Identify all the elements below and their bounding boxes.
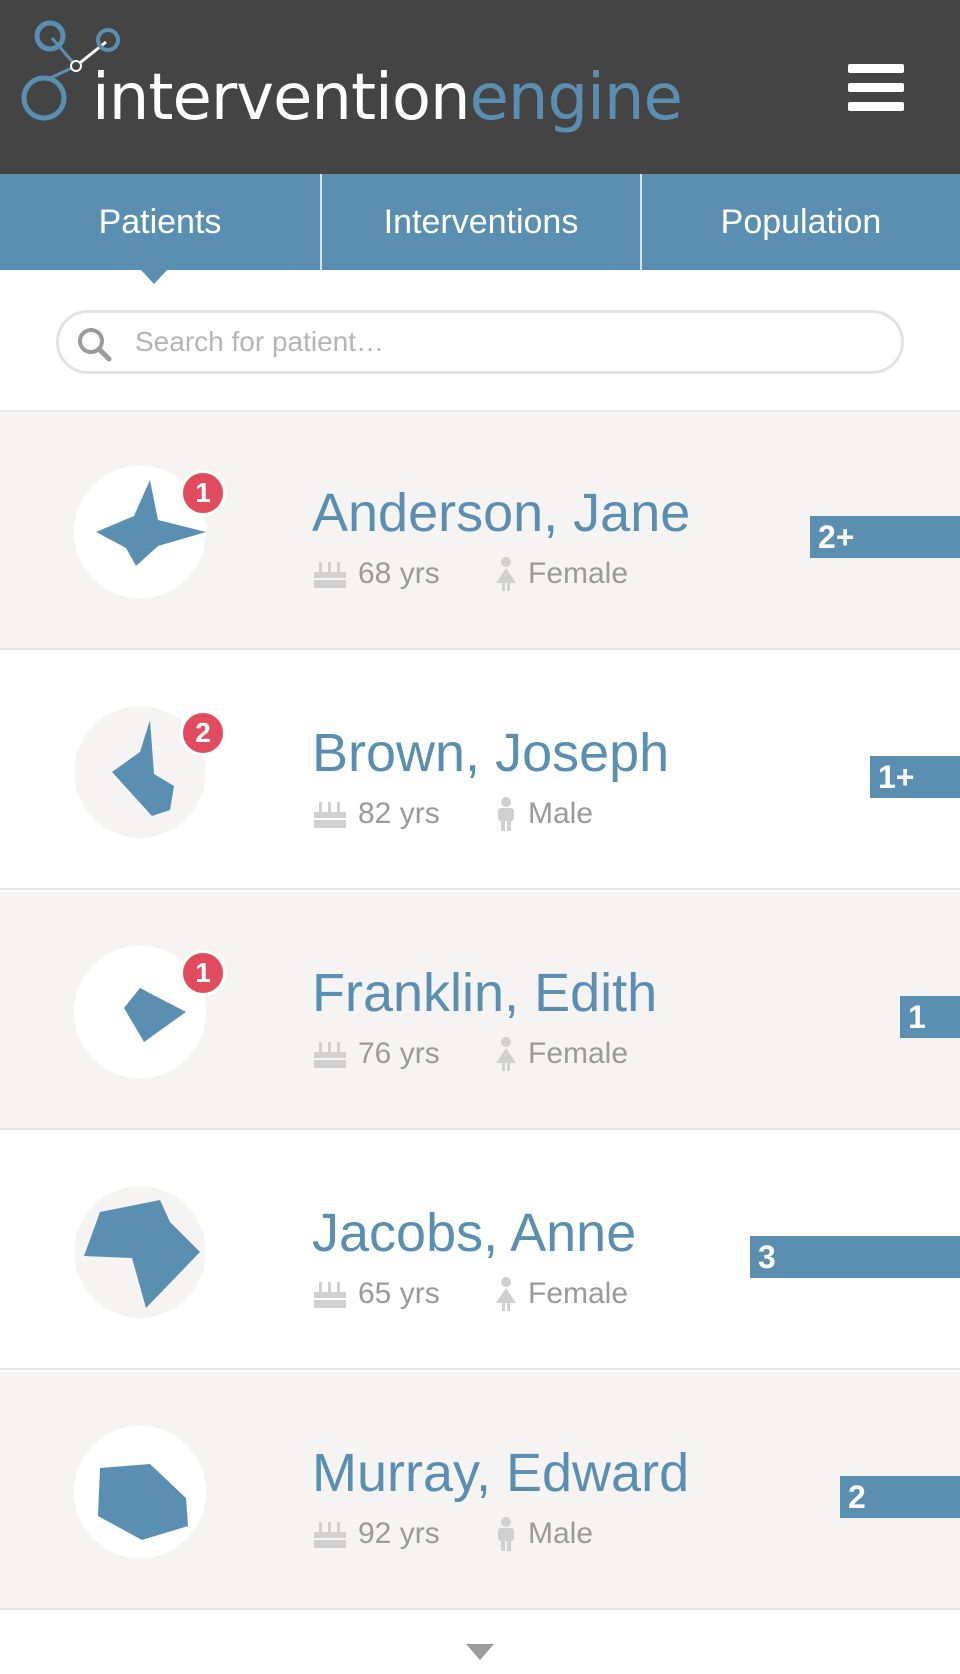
birthday-cake-icon <box>314 802 346 828</box>
patient-age: 68 yrs <box>312 554 440 594</box>
notification-badge: 1 <box>180 470 226 516</box>
patient-name[interactable]: Jacobs, Anne <box>312 1202 636 1264</box>
tab-patients[interactable]: Patients <box>0 174 320 270</box>
risk-chart-avatar <box>74 1426 206 1558</box>
patient-name[interactable]: Franklin, Edith <box>312 962 657 1024</box>
search-icon <box>78 328 112 362</box>
patient-row[interactable]: 1 Franklin, Edith 76 yrs Female 1 <box>0 892 960 1130</box>
risk-score-bar: 2+ <box>810 516 960 558</box>
patient-age-text: 82 yrs <box>358 797 440 830</box>
search-input[interactable] <box>135 319 875 365</box>
risk-score-bar: 1 <box>900 996 960 1038</box>
logo-wordmark: interventionengine <box>92 66 683 130</box>
logo-word-intervention: intervention <box>92 61 471 135</box>
male-icon <box>498 797 514 831</box>
app-header: interventionengine <box>0 0 960 174</box>
female-icon <box>496 1277 516 1311</box>
birthday-cake-icon <box>314 1042 346 1068</box>
patient-age-text: 92 yrs <box>358 1517 440 1550</box>
hamburger-menu-icon[interactable] <box>848 64 904 112</box>
female-icon <box>496 1037 516 1071</box>
patient-age: 92 yrs <box>312 1514 440 1554</box>
patient-name[interactable]: Murray, Edward <box>312 1442 689 1504</box>
birthday-cake-icon <box>314 562 346 588</box>
risk-chart-avatar <box>74 1186 206 1318</box>
search-box[interactable] <box>56 310 904 374</box>
patient-row[interactable]: Jacobs, Anne 65 yrs Female 3 <box>0 1132 960 1370</box>
patient-age: 82 yrs <box>312 794 440 834</box>
patient-row[interactable]: 1 Anderson, Jane 68 yrs Female 2+ <box>0 412 960 650</box>
patient-gender-text: Female <box>528 1277 629 1310</box>
patient-age: 65 yrs <box>312 1274 440 1314</box>
risk-score-bar: 1+ <box>870 756 960 798</box>
risk-score-bar: 3 <box>750 1236 960 1278</box>
load-more-arrow-icon[interactable] <box>466 1644 494 1660</box>
patient-row[interactable]: Murray, Edward 92 yrs Male 2 <box>0 1372 960 1610</box>
tab-interventions[interactable]: Interventions <box>320 174 640 270</box>
logo-word-engine: engine <box>469 61 683 135</box>
patient-name[interactable]: Brown, Joseph <box>312 722 669 784</box>
patient-gender-text: Male <box>528 1517 594 1550</box>
patient-gender-text: Female <box>528 557 629 590</box>
patient-gender: Female <box>494 1274 628 1314</box>
patient-gender: Female <box>494 1034 628 1074</box>
patient-age-text: 65 yrs <box>358 1277 440 1310</box>
risk-score-bar: 2 <box>840 1476 960 1518</box>
patient-gender-text: Male <box>528 797 594 830</box>
patient-age-text: 76 yrs <box>358 1037 440 1070</box>
patient-gender: Male <box>494 794 593 834</box>
patient-name[interactable]: Anderson, Jane <box>312 482 690 544</box>
tab-population[interactable]: Population <box>640 174 960 270</box>
patient-gender: Male <box>494 1514 593 1554</box>
birthday-cake-icon <box>314 1522 346 1548</box>
notification-badge: 2 <box>180 710 226 756</box>
notification-badge: 1 <box>180 950 226 996</box>
patient-row[interactable]: 2 Brown, Joseph 82 yrs Male 1+ <box>0 652 960 890</box>
patient-gender-text: Female <box>528 1037 629 1070</box>
patient-age-text: 68 yrs <box>358 557 440 590</box>
birthday-cake-icon <box>314 1282 346 1308</box>
patient-age: 76 yrs <box>312 1034 440 1074</box>
male-icon <box>498 1517 514 1551</box>
main-tabs: Patients Interventions Population <box>0 174 960 270</box>
female-icon <box>496 557 516 591</box>
app-logo[interactable]: interventionengine <box>20 18 683 138</box>
patient-gender: Female <box>494 554 628 594</box>
active-tab-pointer <box>141 270 167 284</box>
